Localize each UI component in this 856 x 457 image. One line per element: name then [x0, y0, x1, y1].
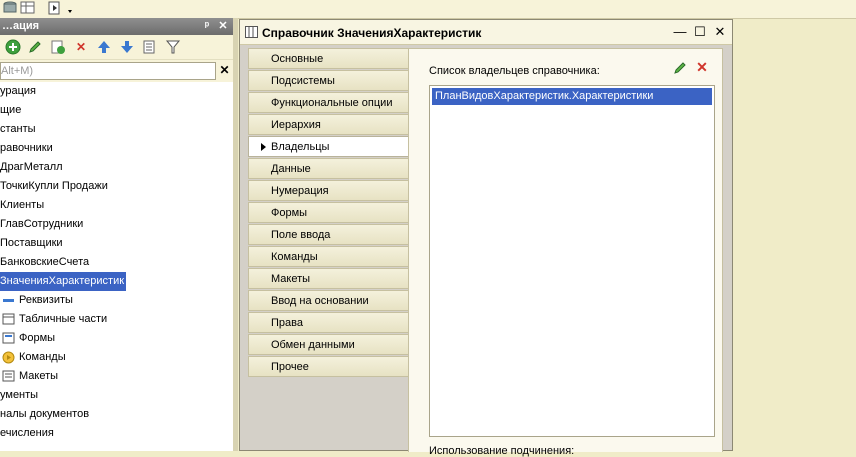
- tab-item[interactable]: Иерархия: [248, 114, 408, 135]
- tab-item[interactable]: Обмен данными: [248, 334, 408, 355]
- clear-search-icon[interactable]: ✕: [218, 63, 231, 77]
- tree-item-label: Формы: [19, 332, 56, 344]
- database-icon[interactable]: [2, 1, 18, 15]
- close-panel-icon[interactable]: ✕: [216, 19, 230, 33]
- workspace-background: [734, 19, 856, 451]
- catalog-editor-window: Справочник ЗначенияХарактеристик — ☐ ✕ О…: [239, 19, 733, 457]
- splitter[interactable]: [233, 18, 238, 451]
- edit-icon[interactable]: [27, 39, 43, 55]
- tree-item-label: ТочкиКупли Продажи: [0, 180, 108, 192]
- tab-label: Данные: [271, 163, 311, 175]
- run-dropdown-icon[interactable]: [48, 1, 78, 15]
- pin-icon[interactable]: ᵖ: [200, 19, 214, 33]
- tab-item[interactable]: Поле ввода: [248, 224, 408, 245]
- config-table-icon[interactable]: [20, 1, 36, 15]
- tree-search: Alt+M) ✕: [0, 60, 233, 82]
- command-icon: [2, 351, 16, 364]
- copy-add-icon[interactable]: [50, 39, 66, 55]
- tree-item-label: БанковскиеСчета: [0, 256, 90, 268]
- tree-item-label: налы документов: [0, 408, 90, 420]
- usage-label: Использование подчинения:: [429, 445, 575, 457]
- window-titlebar: Справочник ЗначенияХарактеристик — ☐ ✕: [240, 20, 732, 45]
- tab-label: Нумерация: [271, 185, 329, 197]
- tab-label: Поле ввода: [271, 229, 331, 241]
- attributes-icon: [2, 294, 16, 307]
- active-tab-arrow-icon: [261, 143, 266, 151]
- tree-toolbar: ✕: [0, 35, 233, 60]
- owners-label: Список владельцев справочника:: [429, 65, 600, 77]
- delete-owner-icon[interactable]: ✕: [695, 60, 709, 74]
- tree-item-label: ГлавСотрудники: [0, 218, 84, 230]
- catalog-icon: [245, 26, 258, 38]
- tab-item[interactable]: Ввод на основании: [248, 290, 408, 311]
- tab-item[interactable]: Макеты: [248, 268, 408, 289]
- tree-item-label: щие: [0, 104, 22, 116]
- tab-label: Подсистемы: [271, 75, 335, 87]
- sort-icon[interactable]: [142, 39, 158, 55]
- tab-label: Обмен данными: [271, 339, 355, 351]
- tree-item-label: Реквизиты: [19, 294, 73, 306]
- tree-item-label: Команды: [19, 351, 66, 363]
- minimize-icon[interactable]: —: [672, 24, 688, 40]
- tree-item-label: станты: [0, 123, 36, 135]
- panel-title: …ация: [2, 20, 40, 32]
- tab-label: Ввод на основании: [271, 295, 369, 307]
- tree-item-label: Клиенты: [0, 199, 45, 211]
- tree-item-label: Табличные части: [19, 313, 108, 325]
- tab-item[interactable]: Формы: [248, 202, 408, 223]
- move-down-icon[interactable]: [119, 39, 135, 55]
- tree-item-label: ументы: [0, 389, 39, 401]
- tree-item-label: Поставщики: [0, 237, 63, 249]
- window-title: Справочник ЗначенияХарактеристик: [262, 26, 482, 40]
- owner-item[interactable]: ПланВидовХарактеристик.Характеристики: [432, 88, 712, 105]
- configuration-tree-panel: …ация ᵖ ✕ ✕ Alt+M) ✕ урация щие станты раво…: [0, 18, 234, 451]
- panel-header: …ация ᵖ ✕: [0, 18, 233, 35]
- add-icon[interactable]: [5, 39, 21, 55]
- form-icon: [2, 332, 16, 345]
- tree-item-label: ДрагМеталл: [0, 161, 63, 173]
- close-icon[interactable]: ✕: [712, 24, 728, 40]
- tab-item[interactable]: Нумерация: [248, 180, 408, 201]
- tab-item[interactable]: Функциональные опции: [248, 92, 408, 113]
- tab-label: Прочее: [271, 361, 309, 373]
- tree-item-label: ечисления: [0, 427, 54, 439]
- tree-item-label: Макеты: [19, 370, 59, 382]
- search-placeholder: Alt+M): [1, 65, 34, 77]
- tab-label: Функциональные опции: [271, 97, 393, 109]
- tab-item[interactable]: Основные: [248, 48, 408, 69]
- tab-label: Права: [271, 317, 303, 329]
- maximize-icon[interactable]: ☐: [692, 24, 708, 40]
- tree-item-label: урация: [0, 85, 37, 97]
- tab-label: Основные: [271, 53, 324, 65]
- tab-label: Владельцы: [271, 141, 330, 153]
- main-toolbar: [0, 0, 856, 19]
- layout-icon: [2, 370, 16, 383]
- owners-list[interactable]: ПланВидовХарактеристик.Характеристики: [429, 85, 715, 437]
- tab-item[interactable]: Данные: [248, 158, 408, 179]
- owners-tab-content: Список владельцев справочника: ✕ ПланВид…: [408, 48, 723, 457]
- delete-icon[interactable]: ✕: [73, 39, 89, 55]
- tab-item[interactable]: Владельцы: [248, 136, 408, 157]
- tab-item[interactable]: Прочее: [248, 356, 408, 377]
- tab-label: Иерархия: [271, 119, 321, 131]
- table-icon: [2, 313, 16, 326]
- tree-item-label: ЗначенияХарактеристик: [0, 272, 127, 291]
- tree-item-label: равочники: [0, 142, 53, 154]
- move-up-icon[interactable]: [96, 39, 112, 55]
- tab-item[interactable]: Команды: [248, 246, 408, 267]
- tab-item[interactable]: Права: [248, 312, 408, 333]
- filter-icon[interactable]: [165, 39, 181, 55]
- search-input[interactable]: Alt+M): [0, 62, 216, 80]
- tab-item[interactable]: Подсистемы: [248, 70, 408, 91]
- tab-label: Формы: [271, 207, 308, 219]
- tab-label: Команды: [271, 251, 318, 263]
- edit-owners-icon[interactable]: [673, 61, 687, 75]
- tab-label: Макеты: [271, 273, 311, 285]
